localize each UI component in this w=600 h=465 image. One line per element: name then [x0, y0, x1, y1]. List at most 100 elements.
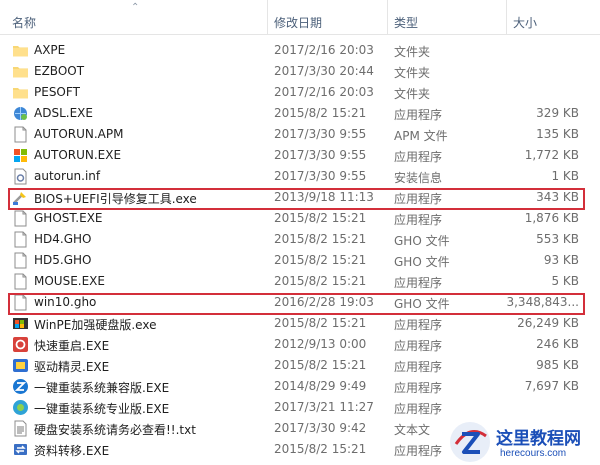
file-modified-date: 2015/8/2 15:21: [274, 358, 367, 372]
file-name: AUTORUN.APM: [34, 127, 124, 141]
file-row[interactable]: ADSL.EXE 2015/8/2 15:21 应用程序 329 KB: [0, 103, 600, 124]
file-icon: [12, 273, 29, 290]
file-name: 一键重装系统兼容版.EXE: [34, 381, 170, 395]
header-date[interactable]: 修改日期: [274, 14, 322, 31]
network-app-icon: [12, 105, 29, 122]
file-type: 文件夹: [394, 45, 431, 59]
file-row[interactable]: GHOST.EXE 2015/8/2 15:21 应用程序 1,876 KB: [0, 208, 600, 229]
file-type: 应用程序: [394, 213, 443, 227]
file-modified-date: 2017/3/30 9:42: [274, 421, 367, 435]
watermark-subtitle: herecours.com: [500, 448, 567, 459]
file-type: 安装信息: [394, 171, 443, 185]
column-divider[interactable]: [267, 0, 268, 34]
file-row[interactable]: AXPE 2017/2/16 20:03 文件夹: [0, 40, 600, 61]
file-row[interactable]: 一键重装系统兼容版.EXE 2014/8/29 9:49 应用程序 7,697 KB: [0, 376, 600, 397]
file-type: 应用程序: [394, 360, 443, 374]
file-name: AUTORUN.EXE: [34, 148, 122, 162]
file-size: 26,249 KB: [517, 316, 579, 330]
file-name: WinPE加强硬盘版.exe: [34, 318, 157, 332]
text-file-icon: [12, 420, 29, 437]
folder-icon: [12, 42, 29, 59]
folder-icon: [12, 84, 29, 101]
file-modified-date: 2012/9/13 0:00: [274, 337, 367, 351]
file-size: 246 KB: [536, 337, 579, 351]
file-row[interactable]: 一键重装系统专业版.EXE 2017/3/21 11:27 应用程序: [0, 397, 600, 418]
file-row[interactable]: PESOFT 2017/2/16 20:03 文件夹: [0, 82, 600, 103]
file-type: 应用程序: [394, 444, 443, 458]
file-size: 1,876 KB: [524, 211, 579, 225]
file-row[interactable]: 驱动精灵.EXE 2015/8/2 15:21 应用程序 985 KB: [0, 355, 600, 376]
file-type: 应用程序: [394, 276, 443, 290]
file-size: 1,772 KB: [524, 148, 579, 162]
reinstall-pro-app-icon: [12, 399, 29, 416]
file-type: 应用程序: [394, 339, 443, 353]
file-type: 应用程序: [394, 108, 443, 122]
file-size: 985 KB: [536, 358, 579, 372]
column-header: ⌃ 名称 修改日期 类型 大小: [0, 0, 600, 35]
file-name: 资料转移.EXE: [34, 444, 110, 458]
header-size[interactable]: 大小: [513, 14, 537, 31]
file-row[interactable]: WinPE加强硬盘版.exe 2015/8/2 15:21 应用程序 26,249 K…: [0, 313, 600, 334]
file-name: 快速重启.EXE: [34, 339, 110, 353]
file-size: 135 KB: [536, 127, 579, 141]
file-name: AXPE: [34, 43, 66, 57]
highlight-box-win10-gho: [8, 293, 585, 315]
file-row[interactable]: HD4.GHO 2015/8/2 15:21 GHO 文件 553 KB: [0, 229, 600, 250]
file-type: 文本文: [394, 423, 431, 437]
windows-app-icon: [12, 147, 29, 164]
file-size: 1 KB: [551, 169, 579, 183]
file-icon: [12, 210, 29, 227]
sort-ascending-icon[interactable]: ⌃: [131, 2, 139, 13]
file-name: EZBOOT: [34, 64, 85, 78]
header-type[interactable]: 类型: [394, 14, 418, 31]
file-type: GHO 文件: [394, 234, 450, 248]
column-divider[interactable]: [387, 0, 388, 34]
file-name: GHOST.EXE: [34, 211, 103, 225]
file-size: 553 KB: [536, 232, 579, 246]
winpe-app-icon: [12, 315, 29, 332]
file-type: 应用程序: [394, 318, 443, 332]
file-name: HD5.GHO: [34, 253, 92, 267]
restart-app-icon: [12, 336, 29, 353]
file-row[interactable]: MOUSE.EXE 2015/8/2 15:21 应用程序 5 KB: [0, 271, 600, 292]
file-name: ADSL.EXE: [34, 106, 93, 120]
file-modified-date: 2017/3/30 9:55: [274, 148, 367, 162]
highlight-box-bios-tool: [8, 188, 585, 210]
file-modified-date: 2015/8/2 15:21: [274, 253, 367, 267]
file-modified-date: 2017/2/16 20:03: [274, 43, 374, 57]
file-icon: [12, 231, 29, 248]
file-modified-date: 2017/3/30 20:44: [274, 64, 374, 78]
folder-icon: [12, 63, 29, 80]
file-type: GHO 文件: [394, 255, 450, 269]
file-modified-date: 2017/3/30 9:55: [274, 169, 367, 183]
file-row[interactable]: autorun.inf 2017/3/30 9:55 安装信息 1 KB: [0, 166, 600, 187]
file-type: 文件夹: [394, 87, 431, 101]
file-modified-date: 2017/3/21 11:27: [274, 400, 374, 414]
file-row[interactable]: HD5.GHO 2015/8/2 15:21 GHO 文件 93 KB: [0, 250, 600, 271]
file-name: autorun.inf: [34, 169, 101, 183]
file-name: PESOFT: [34, 85, 80, 99]
watermark-logo: 这里教程网 herecours.com: [448, 418, 600, 464]
file-modified-date: 2015/8/2 15:21: [274, 274, 367, 288]
file-name: MOUSE.EXE: [34, 274, 105, 288]
column-divider[interactable]: [506, 0, 507, 34]
reinstall-app-icon: [12, 378, 29, 395]
file-modified-date: 2015/8/2 15:21: [274, 316, 367, 330]
transfer-app-icon: [12, 441, 29, 458]
file-row[interactable]: AUTORUN.APM 2017/3/30 9:55 APM 文件 135 KB: [0, 124, 600, 145]
watermark-title: 这里教程网: [496, 429, 581, 449]
z-logo-icon: [450, 422, 490, 462]
file-type: 应用程序: [394, 381, 443, 395]
file-name: 驱动精灵.EXE: [34, 360, 110, 374]
file-modified-date: 2015/8/2 15:21: [274, 106, 367, 120]
file-modified-date: 2017/2/16 20:03: [274, 85, 374, 99]
file-row[interactable]: EZBOOT 2017/3/30 20:44 文件夹: [0, 61, 600, 82]
file-size: 5 KB: [551, 274, 579, 288]
file-icon: [12, 252, 29, 269]
file-modified-date: 2015/8/2 15:21: [274, 232, 367, 246]
file-row[interactable]: AUTORUN.EXE 2017/3/30 9:55 应用程序 1,772 KB: [0, 145, 600, 166]
file-type: 文件夹: [394, 66, 431, 80]
header-name[interactable]: 名称: [12, 14, 36, 31]
file-modified-date: 2017/3/30 9:55: [274, 127, 367, 141]
file-row[interactable]: 快速重启.EXE 2012/9/13 0:00 应用程序 246 KB: [0, 334, 600, 355]
